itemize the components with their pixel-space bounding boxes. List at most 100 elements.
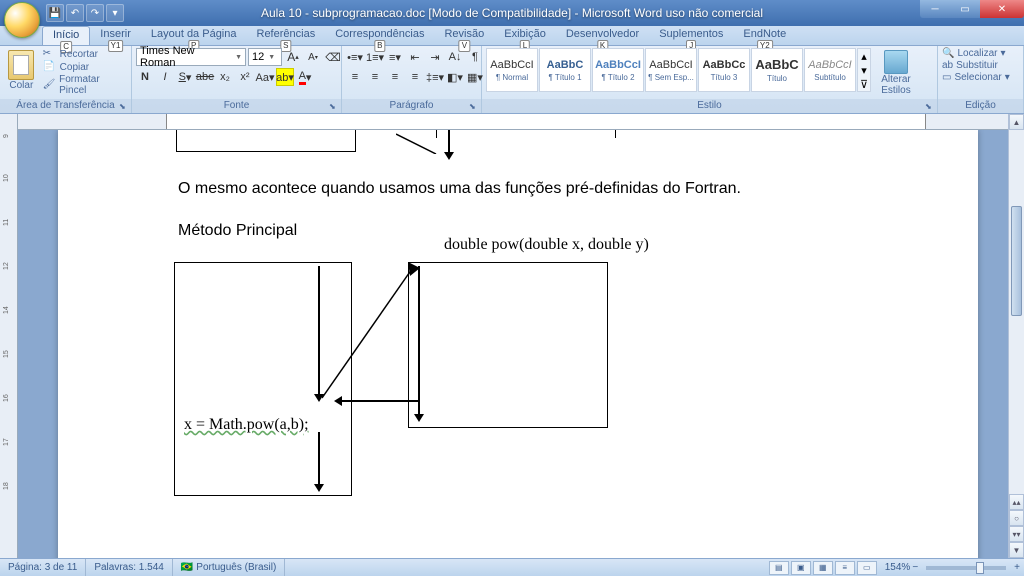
minimize-button[interactable]: ─ (920, 0, 950, 18)
arrowhead-icon (334, 396, 342, 406)
drawing-line (322, 262, 422, 400)
tab-referencias[interactable]: ReferênciasS (247, 26, 326, 45)
find-button[interactable]: 🔍Localizar ▾ (942, 48, 1010, 59)
tab-revisao[interactable]: RevisãoV (434, 26, 494, 45)
draft-view-button[interactable]: ▭ (857, 561, 877, 575)
arrowhead-icon (414, 414, 424, 422)
status-words[interactable]: Palavras: 1.544 (86, 559, 173, 576)
horizontal-ruler[interactable] (18, 114, 1024, 130)
tab-suplementos[interactable]: SuplementosJ (649, 26, 733, 45)
tab-correspondencias[interactable]: CorrespondênciasB (325, 26, 434, 45)
tab-endnote[interactable]: EndNoteY2 (733, 26, 796, 45)
qat-save[interactable]: 💾 (46, 4, 64, 22)
align-right-button[interactable]: ≡ (386, 68, 404, 86)
drawing-arrow (418, 266, 420, 418)
bold-button[interactable]: N (136, 68, 154, 86)
styles-dialog-launcher[interactable]: ⬊ (925, 102, 935, 112)
font-size-combo[interactable]: 12▼ (248, 48, 282, 66)
select-button[interactable]: ▭Selecionar ▾ (942, 72, 1010, 83)
scissors-icon: ✂ (43, 48, 57, 60)
font-name-combo[interactable]: Times New Roman▼ (136, 48, 246, 66)
increase-indent-button[interactable]: ⇥ (426, 48, 444, 66)
highlight-button[interactable]: ab▾ (276, 68, 294, 86)
style-titulo[interactable]: AaBbCTítulo (751, 48, 803, 92)
print-layout-view-button[interactable]: ▤ (769, 561, 789, 575)
scroll-up-button[interactable]: ▲ (1009, 114, 1024, 130)
bullets-button[interactable]: •≡▾ (346, 48, 364, 66)
qat-redo[interactable]: ↷ (86, 4, 104, 22)
drawing-arrow (318, 266, 320, 398)
document-page[interactable]: O mesmo acontece quando usamos uma das f… (58, 130, 978, 558)
status-language[interactable]: 🇧🇷Português (Brasil) (173, 559, 285, 576)
style-normal[interactable]: AaBbCcI¶ Normal (486, 48, 538, 92)
multilevel-button[interactable]: ≡▾ (386, 48, 404, 66)
browse-object-button[interactable]: ○ (1009, 510, 1024, 526)
vertical-scrollbar[interactable]: ▲ ▴▴ ○ ▾▾ ▼ (1008, 114, 1024, 558)
scroll-thumb[interactable] (1011, 206, 1022, 316)
maximize-button[interactable]: ▭ (950, 0, 980, 18)
change-case-button[interactable]: Aa▾ (256, 68, 274, 86)
paste-button[interactable]: Colar (4, 48, 39, 91)
cut-button[interactable]: ✂Recortar (43, 48, 127, 60)
align-center-button[interactable]: ≡ (366, 68, 384, 86)
superscript-button[interactable]: x² (236, 68, 254, 86)
copy-button[interactable]: 📄Copiar (43, 61, 127, 73)
style-titulo3[interactable]: AaBbCcTítulo 3 (698, 48, 750, 92)
tab-inicio[interactable]: InícioC (42, 26, 90, 45)
numbering-button[interactable]: 1≡▾ (366, 48, 384, 66)
fullscreen-view-button[interactable]: ▣ (791, 561, 811, 575)
prev-page-button[interactable]: ▴▴ (1009, 494, 1024, 510)
style-titulo2[interactable]: AaBbCcI¶ Título 2 (592, 48, 644, 92)
style-subtitulo[interactable]: AaBbCcISubtítulo (804, 48, 856, 92)
italic-button[interactable]: I (156, 68, 174, 86)
scroll-down-button[interactable]: ▼ (1009, 542, 1024, 558)
zoom-level[interactable]: 154% (885, 562, 911, 573)
change-styles-icon (884, 50, 908, 74)
justify-button[interactable]: ≡ (406, 68, 424, 86)
paragraph-dialog-launcher[interactable]: ⬊ (469, 102, 479, 112)
vertical-ruler[interactable]: 9 10 11 12 14 15 16 17 18 (0, 114, 18, 558)
close-button[interactable]: ✕ (980, 0, 1024, 18)
zoom-in-button[interactable]: + (1014, 562, 1020, 573)
tab-inserir[interactable]: InserirY1 (90, 26, 141, 45)
replace-icon: ab (942, 60, 953, 71)
drawing-arrow (318, 432, 320, 488)
qat-more[interactable]: ▾ (106, 4, 124, 22)
outline-view-button[interactable]: ≡ (835, 561, 855, 575)
subscript-button[interactable]: x₂ (216, 68, 234, 86)
change-styles-button[interactable]: Alterar Estilos (875, 48, 917, 96)
line-spacing-button[interactable]: ‡≡▾ (426, 68, 444, 86)
office-button[interactable] (4, 2, 40, 38)
strikethrough-button[interactable]: abe (196, 68, 214, 86)
copy-icon: 📄 (43, 61, 57, 73)
sort-button[interactable]: A↓ (446, 48, 464, 66)
drawing-box (436, 130, 616, 138)
replace-button[interactable]: abSubstituir (942, 60, 1010, 71)
format-painter-button[interactable]: 🖌Formatar Pincel (43, 74, 127, 96)
style-titulo1[interactable]: AaBbC¶ Título 1 (539, 48, 591, 92)
underline-button[interactable]: S▾ (176, 68, 194, 86)
decrease-indent-button[interactable]: ⇤ (406, 48, 424, 66)
tab-exibicao[interactable]: ExibiçãoL (494, 26, 556, 45)
shading-button[interactable]: ◧▾ (446, 68, 464, 86)
zoom-out-button[interactable]: − (912, 562, 918, 573)
shrink-font-button[interactable]: A▾ (304, 48, 322, 66)
drawing-arrow (340, 400, 418, 402)
font-dialog-launcher[interactable]: ⬊ (329, 102, 339, 112)
web-view-button[interactable]: ▦ (813, 561, 833, 575)
brush-icon: 🖌 (43, 79, 56, 91)
group-clipboard-label: Área de Transferência (0, 99, 131, 113)
align-left-button[interactable]: ≡ (346, 68, 364, 86)
clear-formatting-button[interactable]: ⌫ (324, 48, 342, 66)
tab-desenvolvedor[interactable]: DesenvolvedorK (556, 26, 649, 45)
clipboard-dialog-launcher[interactable]: ⬊ (119, 102, 129, 112)
zoom-slider[interactable] (926, 566, 1006, 570)
qat-undo[interactable]: ↶ (66, 4, 84, 22)
status-page[interactable]: Página: 3 de 11 (0, 559, 86, 576)
tab-layout[interactable]: Layout da PáginaP (141, 26, 247, 45)
grow-font-button[interactable]: A▴ (284, 48, 302, 66)
style-sem-esp[interactable]: AaBbCcI¶ Sem Esp... (645, 48, 697, 92)
next-page-button[interactable]: ▾▾ (1009, 526, 1024, 542)
styles-more-button[interactable]: ▴▾⊽ (857, 48, 871, 92)
font-color-button[interactable]: A▾ (296, 68, 314, 86)
